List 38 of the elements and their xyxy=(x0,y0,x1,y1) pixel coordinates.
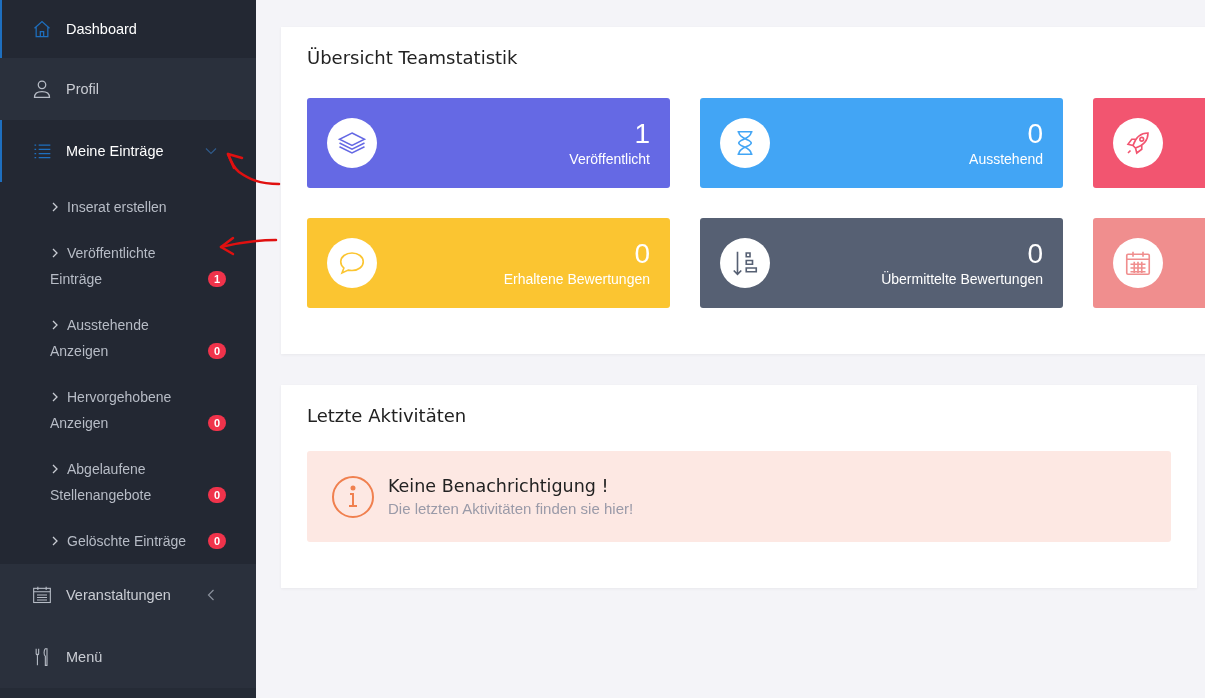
count-badge: 0 xyxy=(208,487,226,503)
stat-label: Ausstehend xyxy=(969,151,1043,167)
stat-label: Erhaltene Bewertungen xyxy=(503,271,650,287)
stat-label: Übermittelte Bewertungen xyxy=(881,271,1043,287)
alert-title: Keine Benachrichtigung ! xyxy=(388,476,610,496)
stat-label: Veröffentlicht xyxy=(569,151,650,167)
chevron-right-icon xyxy=(50,536,60,546)
stat-value: 0 xyxy=(1027,119,1043,149)
calendar-icon xyxy=(32,585,52,605)
card-title: Letzte Aktivitäten xyxy=(307,404,468,428)
submenu-item[interactable]: Hervorgehobene Anzeigen 0 xyxy=(0,374,256,446)
alert-text: Die letzten Aktivitäten finden sie hier! xyxy=(388,500,634,517)
submenu-item[interactable]: Gelöschte Einträge 0 xyxy=(0,518,256,564)
submenu-item[interactable]: Inserat erstellen xyxy=(0,184,256,230)
stat-value: 0 xyxy=(634,239,650,269)
chevron-right-icon xyxy=(50,248,60,258)
submenu-item[interactable]: Abgelaufene Stellenangebote 0 xyxy=(0,446,256,518)
count-badge: 0 xyxy=(208,343,226,359)
home-icon xyxy=(32,19,52,39)
submenu-item[interactable]: Ausstehende Anzeigen 0 xyxy=(0,302,256,374)
submenu-item[interactable]: Veröffentlichte Einträge 1 xyxy=(0,230,256,302)
annotation-arrow xyxy=(219,236,278,256)
stat-value: 0 xyxy=(1027,239,1043,269)
chevron-right-icon xyxy=(50,392,60,402)
sidebar-item[interactable]: Menü xyxy=(0,626,256,688)
annotation-arrow xyxy=(226,152,281,186)
card-title: Übersicht Teamstatistik xyxy=(307,46,519,70)
count-badge: 0 xyxy=(208,415,226,431)
count-badge: 1 xyxy=(208,271,226,287)
sidebar-item[interactable]: Profil xyxy=(0,58,256,120)
user-icon xyxy=(32,79,52,99)
chevron-right-icon xyxy=(50,320,60,330)
chevron-right-icon xyxy=(50,202,60,212)
sidebar-item[interactable]: Veranstaltungen xyxy=(0,564,256,626)
stat-value: 1 xyxy=(634,119,650,149)
count-badge: 0 xyxy=(208,533,226,549)
chevron-right-icon xyxy=(50,464,60,474)
info-icon xyxy=(331,474,375,519)
